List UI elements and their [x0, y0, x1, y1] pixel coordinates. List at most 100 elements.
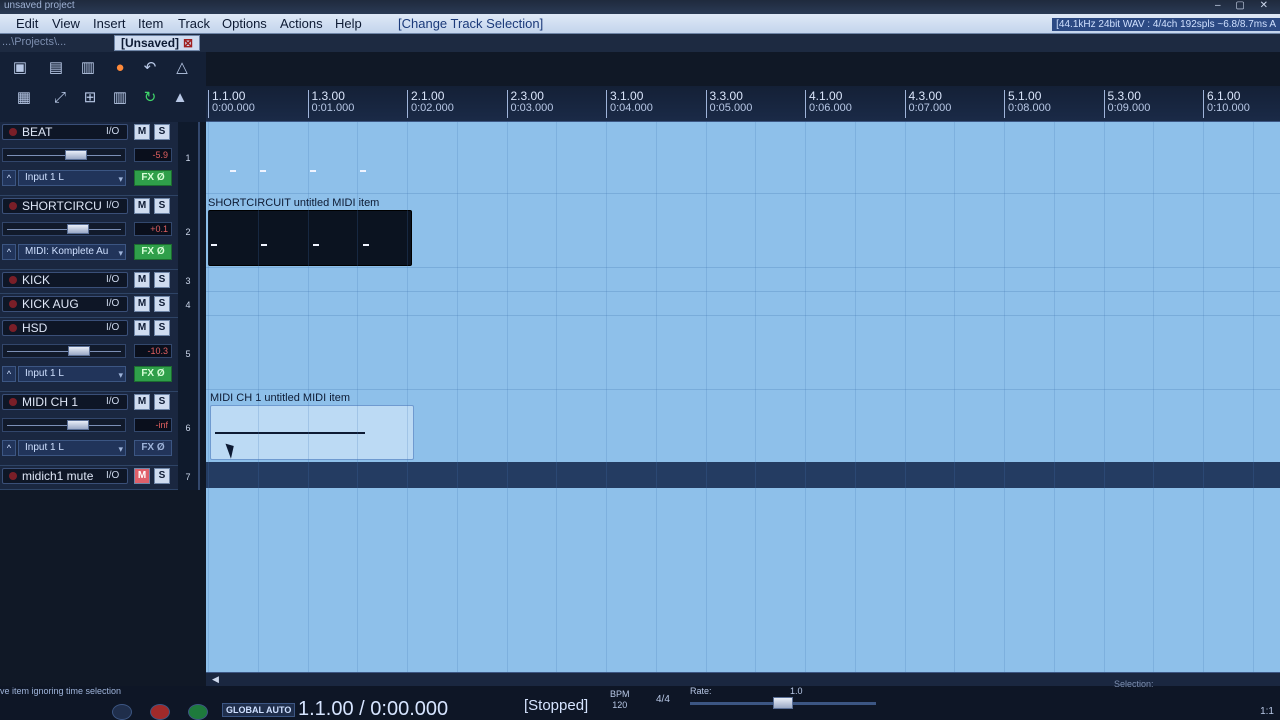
loop-icon[interactable]: ↻ — [140, 88, 160, 108]
record-arm-icon[interactable] — [9, 128, 17, 136]
undo-icon[interactable]: ↶ — [140, 58, 160, 78]
close-tab-icon[interactable]: ⊠ — [183, 36, 193, 50]
track-header[interactable]: SHORTCIRCU I/O M S +0.1 ^ MIDI: Komplete Au ▾ FX… — [0, 196, 178, 270]
arrange-view[interactable]: SHORTCIRCUIT untitled MIDI item MIDI CH … — [206, 122, 1280, 672]
track-header[interactable]: KICK I/O M S — [0, 270, 178, 294]
track-number: 6 — [185, 423, 191, 433]
track-number: 5 — [185, 349, 191, 359]
lane-kick-aug — [206, 292, 1280, 316]
ruler-mark: 1.1.00 0:00.000 — [208, 90, 255, 118]
fx-button[interactable]: FX Ø — [134, 366, 172, 382]
record-arm-icon[interactable]: ● — [110, 58, 130, 78]
item-edit-icon[interactable]: ⤢ — [50, 88, 70, 108]
menu-insert[interactable]: Insert — [93, 16, 126, 31]
fader-thumb[interactable] — [67, 224, 89, 234]
record-arm-icon[interactable] — [9, 472, 17, 480]
menu-help[interactable]: Help — [335, 16, 362, 31]
envelope-icon[interactable]: ^ — [2, 244, 16, 260]
volume-fader[interactable] — [2, 148, 126, 162]
fader-thumb[interactable] — [65, 150, 87, 160]
record-arm-icon[interactable] — [9, 276, 17, 284]
shortcircuit-midi-item[interactable] — [208, 210, 412, 266]
mute-button[interactable]: M — [134, 124, 150, 140]
menu-track[interactable]: Track — [178, 16, 210, 31]
metronome-icon[interactable]: △ — [172, 58, 192, 78]
solo-button[interactable]: S — [154, 468, 170, 484]
midi-ch1-midi-item[interactable] — [210, 405, 414, 460]
track-header[interactable]: BEAT I/O M S -5.9 ^ Input 1 L ▾ FX Ø — [0, 122, 178, 196]
track-header[interactable]: KICK AUG I/O M S — [0, 294, 178, 318]
volume-fader[interactable] — [2, 418, 126, 432]
fx-button[interactable]: FX Ø — [134, 244, 172, 260]
save-icon[interactable]: ▥ — [78, 58, 98, 78]
fader-track — [7, 229, 121, 230]
mute-button[interactable]: M — [134, 198, 150, 214]
track-header[interactable]: midich1 mute I/O M S — [0, 466, 178, 490]
routing-button[interactable]: I/O — [106, 396, 119, 407]
record-arm-icon[interactable] — [9, 398, 17, 406]
lock-icon[interactable]: ▲ — [170, 88, 190, 108]
fx-button[interactable]: FX Ø — [134, 440, 172, 456]
solo-button[interactable]: S — [154, 198, 170, 214]
envelope-icon[interactable]: ^ — [2, 440, 16, 456]
menu-options[interactable]: Options — [222, 16, 267, 31]
record-input-select[interactable]: MIDI: Komplete Au ▾ — [18, 244, 126, 260]
new-project-icon[interactable]: ▣ — [10, 58, 30, 78]
record-input-label: Input 1 L — [25, 172, 64, 183]
solo-button[interactable]: S — [154, 124, 170, 140]
project-tab[interactable]: [Unsaved] ⊠ — [114, 35, 201, 51]
fx-button[interactable]: FX Ø — [134, 170, 172, 186]
ripple-edit-icon[interactable]: ▥ — [110, 88, 130, 108]
volume-fader[interactable] — [2, 344, 126, 358]
open-project-icon[interactable]: ▤ — [46, 58, 66, 78]
routing-button[interactable]: I/O — [106, 200, 119, 211]
volume-fader[interactable] — [2, 222, 126, 236]
mute-button[interactable]: M — [134, 272, 150, 288]
record-input-select[interactable]: Input 1 L ▾ — [18, 170, 126, 186]
global-automation-button[interactable]: GLOBAL AUTO — [222, 703, 296, 717]
beat-marker — [260, 170, 266, 172]
envelope-icon[interactable]: ^ — [2, 366, 16, 382]
stop-button[interactable] — [112, 704, 132, 720]
record-button[interactable] — [150, 704, 170, 720]
snap-icon[interactable]: ⊞ — [80, 88, 100, 108]
mute-button[interactable]: M — [134, 468, 150, 484]
rate-slider-thumb[interactable] — [773, 697, 793, 709]
record-arm-icon[interactable] — [9, 300, 17, 308]
envelope-icon[interactable]: ^ — [2, 170, 16, 186]
grid-line — [805, 122, 806, 672]
fader-thumb[interactable] — [67, 420, 89, 430]
solo-button[interactable]: S — [154, 272, 170, 288]
routing-button[interactable]: I/O — [106, 126, 119, 137]
solo-button[interactable]: S — [154, 296, 170, 312]
solo-button[interactable]: S — [154, 394, 170, 410]
track-header[interactable]: HSD I/O M S -10.3 ^ Input 1 L ▾ FX Ø — [0, 318, 178, 392]
mute-button[interactable]: M — [134, 320, 150, 336]
status-message: ve item ignoring time selection — [0, 686, 122, 696]
track-header[interactable]: MIDI CH 1 I/O M S -inf ^ Input 1 L ▾ FX Ø — [0, 392, 178, 466]
mute-button[interactable]: M — [134, 296, 150, 312]
record-arm-icon[interactable] — [9, 202, 17, 210]
play-button[interactable] — [188, 704, 208, 720]
time-signature[interactable]: 4/4 — [656, 694, 670, 705]
menu-edit[interactable]: Edit — [16, 16, 38, 31]
fader-thumb[interactable] — [68, 346, 90, 356]
grid-icon[interactable]: ▦ — [14, 88, 34, 108]
menu-item[interactable]: Item — [138, 16, 163, 31]
routing-button[interactable]: I/O — [106, 274, 119, 285]
scroll-left-icon[interactable]: ◀ — [212, 674, 219, 685]
solo-button[interactable]: S — [154, 320, 170, 336]
record-input-select[interactable]: Input 1 L ▾ — [18, 440, 126, 456]
window-controls[interactable]: – ▢ ✕ — [1215, 0, 1274, 11]
routing-button[interactable]: I/O — [106, 470, 119, 481]
menu-view[interactable]: View — [52, 16, 80, 31]
record-input-select[interactable]: Input 1 L ▾ — [18, 366, 126, 382]
routing-button[interactable]: I/O — [106, 298, 119, 309]
menu-actions[interactable]: Actions — [280, 16, 323, 31]
routing-button[interactable]: I/O — [106, 322, 119, 333]
time-position-display[interactable]: 1.1.00 / 0:00.000 — [298, 698, 448, 720]
timeline-ruler[interactable]: 1.1.00 0:00.000 1.3.00 0:01.000 2.1.00 0:02.0… — [206, 86, 1280, 122]
tempo-display[interactable]: BPM 120 — [610, 689, 630, 711]
mute-button[interactable]: M — [134, 394, 150, 410]
record-arm-icon[interactable] — [9, 324, 17, 332]
